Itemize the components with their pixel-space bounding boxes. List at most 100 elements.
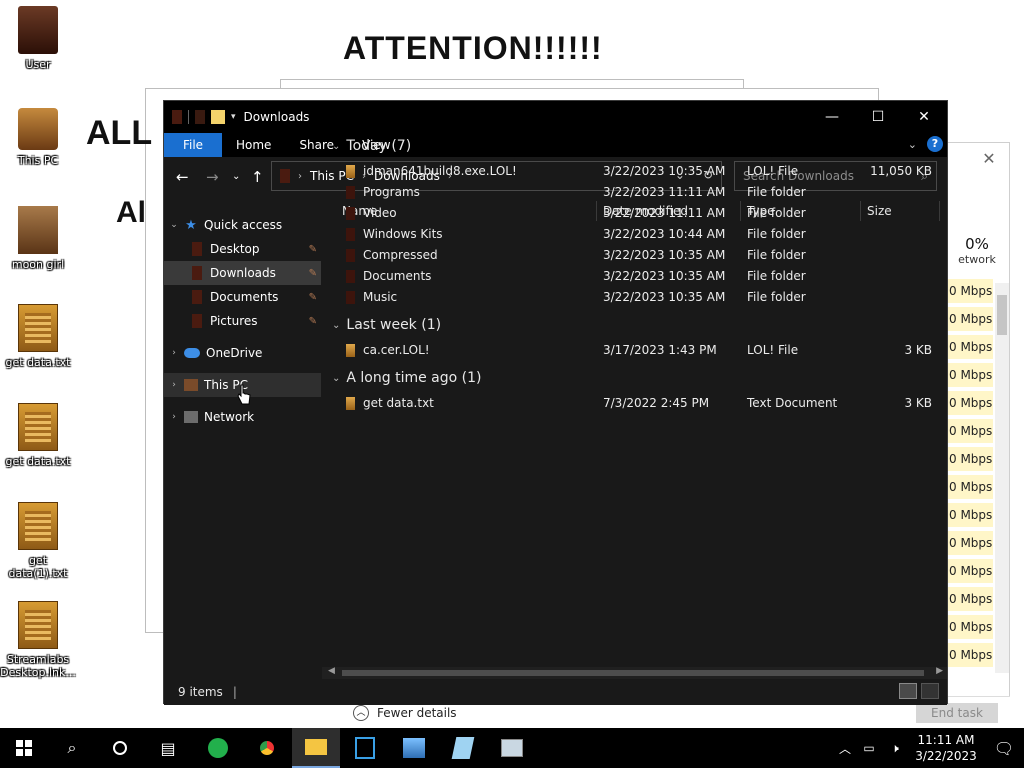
horizontal-scrollbar[interactable]: ◀ ▶	[322, 666, 947, 679]
app-icon[interactable]	[172, 110, 182, 124]
start-button[interactable]	[0, 728, 48, 768]
taskbar-app-control-panel[interactable]	[390, 728, 438, 768]
close-button[interactable]: ✕	[901, 101, 947, 133]
chevron-down-icon[interactable]: ⌄	[332, 320, 340, 331]
clock-time: 11:11 AM	[917, 733, 975, 747]
status-bar: 9 items |	[164, 679, 947, 705]
folder-icon[interactable]	[211, 110, 225, 124]
location-icon	[280, 169, 290, 183]
nav-downloads[interactable]: Downloads ✎	[164, 261, 321, 285]
desktop-icon-user[interactable]: User	[0, 6, 76, 71]
table-row[interactable]: ca.cer.LOL! 3/17/2023 1:43 PM LOL! File 3 K…	[322, 340, 932, 361]
downloads-icon	[192, 266, 202, 280]
desktop-icon-get-data[interactable]: get data.txt	[0, 304, 76, 369]
cortana-button[interactable]	[96, 728, 144, 768]
nav-quick-access[interactable]: ⌄ ★ Quick access	[164, 213, 321, 237]
help-icon[interactable]: ?	[927, 136, 943, 152]
group-header[interactable]: ⌄ A long time ago (1)	[332, 367, 481, 389]
recent-locations-icon[interactable]: ⌄	[232, 171, 240, 182]
table-row[interactable]: Compressed 3/22/2023 10:35 AM File folder	[322, 245, 932, 266]
chevron-down-icon[interactable]: ⌄	[332, 373, 340, 384]
chevron-right-icon[interactable]: ›	[298, 171, 302, 182]
details-view-button[interactable]	[899, 683, 917, 699]
table-row[interactable]: Programs 3/22/2023 11:11 AM File folder	[322, 182, 932, 203]
chevron-up-icon[interactable]: ︿	[834, 740, 856, 757]
group-title: Today (7)	[346, 138, 412, 154]
minimize-button[interactable]: —	[809, 101, 855, 133]
chevron-down-icon[interactable]: ⌄	[164, 220, 184, 230]
status-separator: |	[232, 685, 237, 699]
title-bar[interactable]: ▾ Downloads — ☐ ✕	[164, 101, 947, 133]
fewer-details-button[interactable]: ︿ Fewer details	[353, 705, 457, 721]
desktop-icon-get-data-1[interactable]: get data(1).txt	[0, 502, 76, 580]
speaker-muted-icon[interactable]: 🕨	[882, 741, 908, 756]
fewer-details-label: Fewer details	[377, 706, 457, 720]
nav-network[interactable]: › Network	[164, 405, 321, 429]
clock[interactable]: 11:11 AM 3/22/2023	[908, 732, 984, 764]
sheets-icon	[208, 738, 228, 758]
nav-documents[interactable]: Documents ✎	[164, 285, 321, 309]
chevron-right-icon[interactable]: ›	[164, 380, 184, 390]
up-arrow-icon[interactable]: ↑	[251, 168, 264, 186]
network-icon	[184, 411, 198, 423]
text-file-icon	[18, 304, 58, 352]
desktop-icon-this-pc[interactable]: This PC	[0, 108, 76, 167]
taskbar-app-notepad[interactable]	[439, 728, 487, 768]
task-view-button[interactable]: ▤	[144, 728, 192, 768]
network-mbps-cell: 0 Mbps	[945, 363, 993, 387]
desktop-icon-label: get data.txt	[5, 356, 71, 369]
pin-icon: ✎	[308, 267, 317, 279]
expand-ribbon-icon[interactable]: ⌄	[908, 138, 917, 151]
desktop-icon-label: moon girl	[11, 258, 65, 271]
table-row[interactable]: Music 3/22/2023 10:35 AM File folder	[322, 287, 932, 308]
large-icons-view-button[interactable]	[921, 683, 939, 699]
notification-icon[interactable]: 🗨	[984, 739, 1024, 758]
file-type: LOL! File	[747, 164, 799, 178]
forward-arrow-icon[interactable]: →	[206, 168, 219, 186]
properties-icon[interactable]	[195, 110, 205, 124]
desktop-icon-streamlabs[interactable]: Streamlabs Desktop.lnk...	[0, 601, 76, 679]
chevron-down-icon[interactable]: ▾	[231, 112, 236, 122]
table-row[interactable]: idman641build8.exe.LOL! 3/22/2023 10:35 A…	[322, 161, 932, 182]
desktop-icon	[192, 242, 202, 256]
nav-onedrive[interactable]: › OneDrive	[164, 341, 321, 365]
table-row[interactable]: Windows Kits 3/22/2023 10:44 AM File folde…	[322, 224, 932, 245]
table-row[interactable]: Documents 3/22/2023 10:35 AM File folder	[322, 266, 932, 287]
windows-icon	[16, 740, 32, 756]
network-mbps-cell: 0 Mbps	[945, 279, 993, 303]
back-arrow-icon[interactable]: ←	[176, 168, 189, 186]
end-task-button[interactable]: End task	[916, 703, 998, 723]
chevron-right-icon[interactable]: ›	[164, 412, 184, 422]
group-header[interactable]: ⌄ Today (7)	[332, 135, 411, 157]
taskbar-app-editor[interactable]	[341, 728, 389, 768]
file-date: 3/22/2023 10:44 AM	[603, 227, 726, 241]
nav-desktop[interactable]: Desktop ✎	[164, 237, 321, 261]
desktop-icon-get-data-2[interactable]: get data.txt	[0, 403, 76, 468]
search-button[interactable]: ⌕	[48, 728, 96, 768]
tab-file[interactable]: File	[164, 133, 222, 157]
scrollbar-thumb[interactable]	[342, 670, 924, 676]
chevron-down-icon[interactable]: ⌄	[332, 141, 340, 152]
taskbar-app-chrome[interactable]	[243, 728, 291, 768]
column-separator[interactable]	[939, 201, 940, 221]
table-row[interactable]: get data.txt 7/3/2022 2:45 PM Text Documen…	[322, 393, 932, 414]
ransom-fragment: ALL	[86, 114, 153, 152]
tab-home[interactable]: Home	[222, 133, 285, 157]
chevron-right-icon[interactable]: ›	[164, 348, 184, 358]
group-header[interactable]: ⌄ Last week (1)	[332, 314, 441, 336]
desktop-icon-moon-girl[interactable]: moon girl	[0, 206, 76, 271]
maximize-button[interactable]: ☐	[855, 101, 901, 133]
taskbar-app-sheets[interactable]	[194, 728, 242, 768]
nav-pictures[interactable]: Pictures ✎	[164, 309, 321, 333]
taskbar-app-task-manager[interactable]	[488, 728, 536, 768]
nav-label: Downloads	[210, 266, 276, 280]
scroll-left-icon[interactable]: ◀	[328, 666, 335, 676]
navigation-pane: ⌄ ★ Quick access Desktop ✎ Downloads ✎ D…	[164, 197, 321, 677]
scroll-right-icon[interactable]: ▶	[936, 666, 943, 676]
table-row[interactable]: Video 3/22/2023 11:11 AM File folder	[322, 203, 932, 224]
close-icon[interactable]: ✕	[979, 149, 999, 169]
taskbar-app-file-explorer[interactable]	[292, 728, 340, 768]
network-icon[interactable]: ▭	[856, 741, 882, 755]
scrollbar[interactable]	[995, 283, 1009, 673]
scrollbar-thumb[interactable]	[997, 295, 1007, 335]
